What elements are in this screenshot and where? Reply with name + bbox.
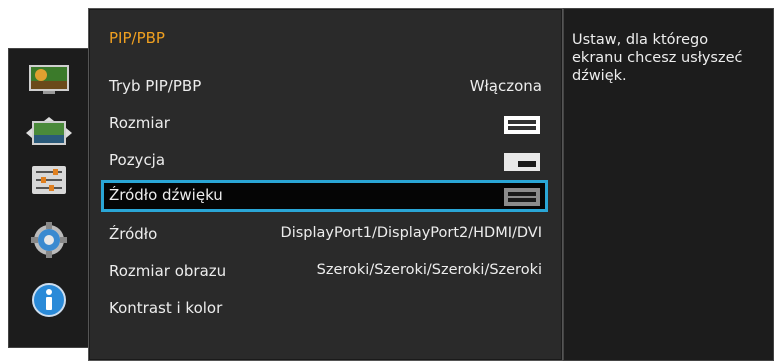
- row-label: Źródło dźwięku: [109, 186, 223, 204]
- row-value: Włączona: [469, 77, 542, 95]
- row-label: Pozycja: [109, 151, 166, 169]
- row-label: Kontrast i kolor: [109, 299, 223, 317]
- audio-source-layout-icon: [504, 188, 540, 206]
- row-value: DisplayPort1/DisplayPort2/HDMI/DVI: [280, 225, 542, 241]
- menu-title: PIP/PBP: [109, 29, 165, 47]
- menu-row-audio-source[interactable]: Źródło dźwięku: [101, 180, 548, 212]
- pip-pbp-menu: PIP/PBP Tryb PIP/PBP Włączona Rozmiar Po…: [88, 8, 563, 361]
- category-sidebar: [8, 48, 88, 348]
- pip-position-icon: [504, 153, 540, 171]
- row-value: Szeroki/Szeroki/Szeroki/Szeroki: [316, 262, 542, 278]
- menu-row-position[interactable]: Pozycja: [101, 145, 548, 177]
- gear-icon[interactable]: [26, 221, 72, 259]
- menu-row-picture-size[interactable]: Rozmiar obrazu Szeroki/Szeroki/Szeroki/S…: [101, 256, 548, 288]
- menu-row-pip-mode[interactable]: Tryb PIP/PBP Włączona: [101, 71, 548, 103]
- picture-icon[interactable]: [26, 61, 72, 99]
- settings-sliders-icon[interactable]: [26, 161, 72, 199]
- menu-row-size[interactable]: Rozmiar: [101, 108, 548, 140]
- screen-adjust-icon[interactable]: [26, 115, 72, 153]
- row-label: Tryb PIP/PBP: [109, 77, 202, 95]
- menu-row-source[interactable]: Źródło DisplayPort1/DisplayPort2/HDMI/DV…: [101, 219, 548, 251]
- info-icon[interactable]: [26, 281, 72, 319]
- menu-row-contrast-color[interactable]: Kontrast i kolor: [101, 293, 548, 325]
- row-label: Rozmiar: [109, 114, 170, 132]
- row-label: Źródło: [109, 225, 158, 243]
- help-text: Ustaw, dla którego ekranu chcesz usłysze…: [572, 32, 743, 84]
- osd-menu: PIP/PBP Tryb PIP/PBP Włączona Rozmiar Po…: [8, 8, 774, 361]
- help-panel: Ustaw, dla którego ekranu chcesz usłysze…: [563, 8, 774, 361]
- split-layout-icon: [504, 116, 540, 134]
- row-label: Rozmiar obrazu: [109, 262, 227, 280]
